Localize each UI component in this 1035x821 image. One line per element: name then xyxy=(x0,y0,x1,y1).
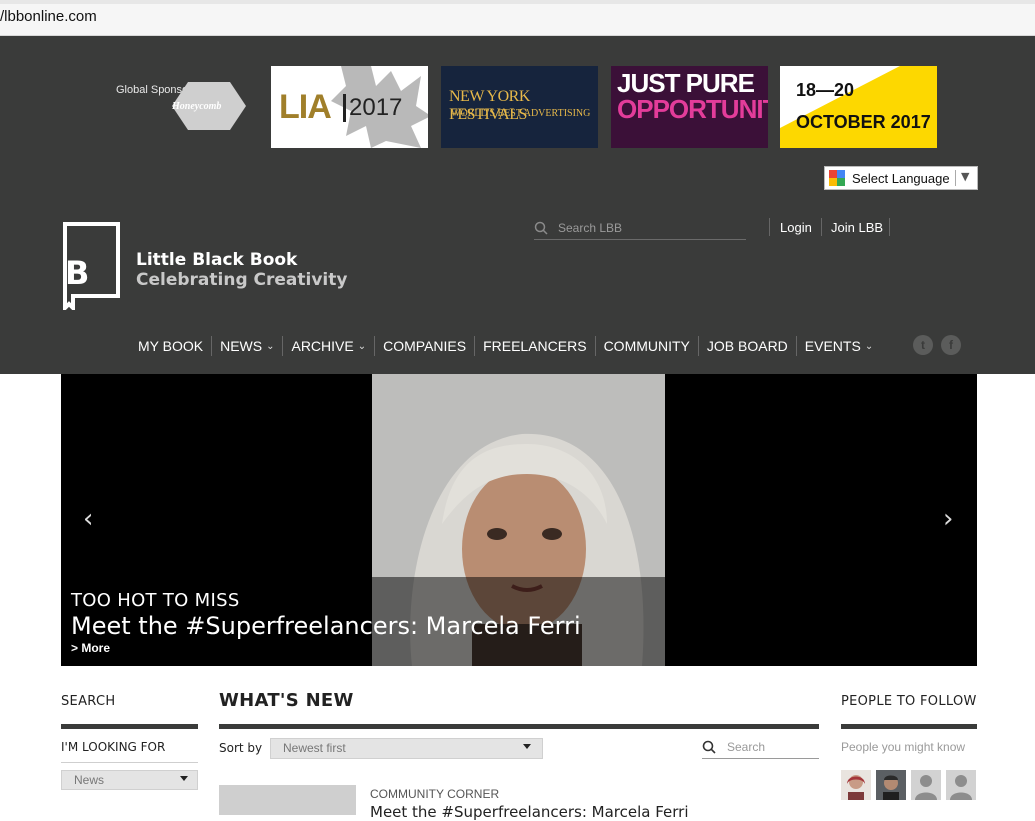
nav-label: FREELANCERS xyxy=(483,338,587,354)
search-icon xyxy=(534,221,548,235)
looking-for-label: I'M LOOKING FOR xyxy=(61,740,166,754)
nav-label: COMPANIES xyxy=(383,338,467,354)
language-select[interactable]: Select Language ▼ xyxy=(824,166,978,190)
nav-label: JOB BOARD xyxy=(706,338,788,354)
slider-next-icon[interactable]: › xyxy=(943,504,953,534)
search-panel-divider xyxy=(61,762,198,763)
dropdown-caret-icon xyxy=(180,776,188,781)
auth-divider xyxy=(769,218,770,236)
banner-dates-shape xyxy=(780,66,900,128)
whats-new-title: WHAT'S NEW xyxy=(219,690,354,711)
language-select-divider xyxy=(955,170,956,186)
article-category[interactable]: COMMUNITY CORNER xyxy=(370,787,499,801)
banner-opportunity[interactable]: JUST PURE OPPORTUNITY xyxy=(611,66,768,148)
whats-new-search-placeholder: Search xyxy=(727,740,766,754)
hero-slider[interactable]: ‹ › TOO HOT TO MISS Meet the #Superfreel… xyxy=(61,374,977,666)
avatar[interactable] xyxy=(876,770,906,800)
nav-label: MY BOOK xyxy=(138,338,204,354)
people-panel-subtitle: People you might know xyxy=(841,740,966,754)
slider-prev-icon[interactable]: ‹ xyxy=(83,504,93,534)
banner-dates[interactable]: 18—20 OCTOBER 2017 xyxy=(780,66,937,148)
auth-divider xyxy=(821,218,822,236)
avatar[interactable] xyxy=(841,770,871,800)
nav-item-job-board[interactable]: JOB BOARD xyxy=(697,336,796,356)
site-header: Global Sponsors Honeycomb LIA 2017 NEW Y… xyxy=(0,36,1035,374)
search-icon xyxy=(702,740,716,754)
looking-for-select[interactable]: News xyxy=(61,770,198,790)
sponsor-name: Honeycomb xyxy=(172,101,222,112)
hero-more-link[interactable]: > More xyxy=(71,641,110,655)
hero-kicker: TOO HOT TO MISS xyxy=(71,590,240,611)
sort-select-value: Newest first xyxy=(283,741,346,755)
banner-nyf-subtitle: WORLD'S BEST ADVERTISING xyxy=(451,108,591,119)
logo-letter: B xyxy=(65,254,89,292)
chevron-down-icon: ⌄ xyxy=(266,340,275,352)
nav-item-events[interactable]: EVENTS ⌄ xyxy=(795,336,881,356)
banner-lia-year: 2017 xyxy=(349,94,403,121)
sort-select[interactable]: Newest first xyxy=(270,738,543,759)
whats-new-rule xyxy=(219,724,819,729)
nav-item-news[interactable]: NEWS ⌄ xyxy=(211,336,282,356)
main-nav: MY BOOK NEWS ⌄ ARCHIVE ⌄ COMPANIES FREELAN… xyxy=(130,336,881,356)
sort-by-label: Sort by xyxy=(219,741,263,755)
nav-label: NEWS xyxy=(220,338,263,354)
people-panel-rule xyxy=(841,724,977,729)
banner-lia-title: LIA xyxy=(279,88,332,126)
search-panel-rule xyxy=(61,724,198,729)
brand-name[interactable]: Little Black Book xyxy=(136,250,297,270)
people-panel-title: PEOPLE TO FOLLOW xyxy=(841,694,977,709)
article-thumbnail[interactable] xyxy=(219,785,356,815)
nav-label: COMMUNITY xyxy=(603,338,690,354)
browser-tab-strip xyxy=(0,0,1035,4)
nav-item-my-book[interactable]: MY BOOK xyxy=(130,336,211,356)
brand-tagline: Celebrating Creativity xyxy=(136,270,348,290)
banner-lia-divider xyxy=(343,94,346,122)
login-link[interactable]: Login xyxy=(780,220,812,235)
browser-url-bar[interactable]: /lbbonline.com xyxy=(0,0,1035,36)
nav-item-freelancers[interactable]: FREELANCERS xyxy=(474,336,594,356)
nav-item-companies[interactable]: COMPANIES xyxy=(374,336,474,356)
banner-dates-range: 18—20 xyxy=(796,80,855,100)
header-search-placeholder: Search LBB xyxy=(558,221,623,235)
google-translate-icon xyxy=(829,170,845,186)
lbb-logo[interactable]: B xyxy=(63,222,120,310)
whats-new-search-input[interactable]: Search xyxy=(702,738,819,759)
banner-opportunity-line2: OPPORTUNITY xyxy=(617,94,768,124)
chevron-down-icon: ⌄ xyxy=(357,340,367,352)
dropdown-caret-icon xyxy=(523,744,531,749)
facebook-icon[interactable]: f xyxy=(941,335,961,355)
default-avatar-icon[interactable] xyxy=(946,770,976,800)
looking-for-value: News xyxy=(74,773,105,787)
auth-divider xyxy=(889,218,890,236)
join-link[interactable]: Join LBB xyxy=(831,220,883,235)
article-title[interactable]: Meet the #Superfreelancers: Marcela Ferr… xyxy=(370,803,689,821)
language-select-label: Select Language xyxy=(852,171,950,186)
nav-item-community[interactable]: COMMUNITY xyxy=(594,336,698,356)
header-search-input[interactable]: Search LBB xyxy=(534,218,746,240)
default-avatar-icon[interactable] xyxy=(911,770,941,800)
search-panel-title: SEARCH xyxy=(61,694,116,709)
twitter-icon[interactable]: t xyxy=(913,335,933,355)
dropdown-arrow-icon: ▼ xyxy=(961,170,970,183)
banner-lia[interactable]: LIA 2017 xyxy=(271,66,428,148)
nav-item-archive[interactable]: ARCHIVE ⌄ xyxy=(282,336,374,356)
banner-dates-month: OCTOBER 2017 xyxy=(796,112,931,132)
hero-headline[interactable]: Meet the #Superfreelancers: Marcela Ferr… xyxy=(71,612,581,640)
url-text[interactable]: /lbbonline.com xyxy=(0,8,97,25)
banner-nyf[interactable]: NEW YORK FESTIVALS WORLD'S BEST ADVERTIS… xyxy=(441,66,598,148)
chevron-down-icon: ⌄ xyxy=(864,340,874,352)
nav-label: EVENTS xyxy=(804,338,861,354)
nav-label: ARCHIVE xyxy=(291,338,354,354)
